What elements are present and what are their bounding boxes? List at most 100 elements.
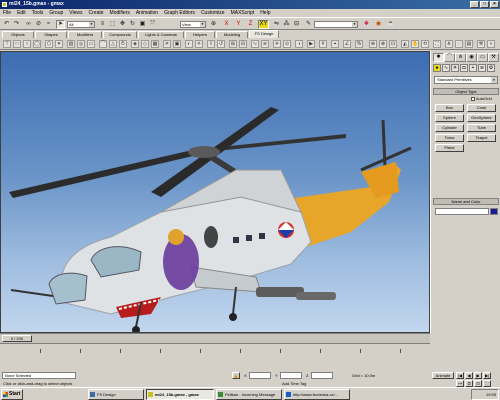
- detach-icon[interactable]: ⊟: [239, 40, 247, 48]
- named-selection-sets-dropdown[interactable]: ▼: [314, 21, 358, 28]
- play-icon[interactable]: ▶: [474, 372, 482, 379]
- menu-views[interactable]: Views: [69, 10, 82, 16]
- fs-animation-icon[interactable]: ▶: [307, 40, 315, 48]
- animate-button[interactable]: Animate: [432, 372, 454, 379]
- edit-poly-icon[interactable]: ◇: [141, 40, 149, 48]
- named-selection-icon[interactable]: ✎: [304, 20, 313, 29]
- pivot-center-icon[interactable]: ⊕: [209, 20, 218, 29]
- redo-icon[interactable]: ↷: [12, 20, 21, 29]
- next-frame-icon[interactable]: ▶|: [483, 372, 491, 379]
- menu-animation[interactable]: Animation: [136, 10, 158, 16]
- space-warps-icon[interactable]: ≋: [478, 64, 486, 72]
- systems-icon[interactable]: ⚙: [487, 64, 495, 72]
- object-category-dropdown[interactable]: Standard Primitives ▼: [434, 76, 498, 84]
- box-icon[interactable]: □: [13, 40, 21, 48]
- utilities-tab-icon[interactable]: ⚒: [488, 53, 499, 62]
- prev-frame-icon[interactable]: ◀: [465, 372, 473, 379]
- circle-icon[interactable]: ○: [23, 40, 31, 48]
- taskbar-item-pelikan[interactable]: Pelikan - Incoming Message: [216, 389, 282, 400]
- camera-icon[interactable]: ▣: [173, 40, 181, 48]
- render-scene-icon[interactable]: ◉: [374, 20, 383, 29]
- time-slider[interactable]: 0 / 200: [0, 333, 430, 343]
- tab-modeling[interactable]: Modeling: [216, 31, 248, 38]
- taskbar-item-gmax[interactable]: mi24_15b.gmax - gmax: [146, 389, 214, 400]
- axis-xy-icon[interactable]: XY: [258, 20, 269, 29]
- twist-modifier-icon[interactable]: ⥁: [119, 40, 127, 48]
- bind-space-warp-icon[interactable]: ≈: [44, 20, 53, 29]
- angle-snap-icon[interactable]: ∠: [343, 40, 351, 48]
- zoom-extents-all-icon[interactable]: ⊡: [474, 380, 482, 387]
- geometry-icon[interactable]: ●: [433, 64, 441, 72]
- autogrid-checkbox[interactable]: AutoGrid: [471, 96, 492, 101]
- time-config-icon[interactable]: ⏱: [465, 380, 473, 387]
- geosphere-button[interactable]: GeoSphere: [467, 114, 496, 122]
- uvw-map-icon[interactable]: ▦: [151, 40, 159, 48]
- pan-icon[interactable]: ✋: [411, 40, 419, 48]
- minimize-button[interactable]: _: [470, 1, 479, 8]
- name-and-color-rollout[interactable]: Name and Color: [433, 198, 499, 205]
- cylinder-icon[interactable]: ▥: [67, 40, 75, 48]
- tube-button[interactable]: Tube: [467, 124, 496, 132]
- undo-icon[interactable]: ↶: [2, 20, 11, 29]
- goto-start-icon[interactable]: |◀: [456, 372, 464, 379]
- smooth-icon[interactable]: ∿: [251, 40, 259, 48]
- quick-render-icon[interactable]: ☕: [386, 20, 395, 29]
- lights-icon[interactable]: ☀: [451, 64, 459, 72]
- select-rotate-icon[interactable]: ↻: [128, 20, 137, 29]
- axis-x-icon[interactable]: X: [222, 20, 231, 29]
- bend-modifier-icon[interactable]: ⌒: [99, 40, 107, 48]
- attach-icon[interactable]: ⊞: [229, 40, 237, 48]
- select-by-name-icon[interactable]: ≡: [98, 20, 107, 29]
- taskbar-item-browser[interactable]: http://www.fscheska.cz/...: [284, 389, 350, 400]
- star-icon[interactable]: ✦: [55, 40, 63, 48]
- menu-file[interactable]: File: [3, 10, 11, 16]
- shapes-icon[interactable]: ∿: [442, 64, 450, 72]
- menu-maxscript[interactable]: MAXScript: [231, 10, 255, 16]
- helper-icon[interactable]: ⊤: [3, 40, 11, 48]
- key-mode-icon[interactable]: ⊶: [456, 380, 464, 387]
- tab-compounds[interactable]: Compounds: [103, 31, 137, 38]
- tab-modifiers[interactable]: Modifiers: [68, 31, 102, 38]
- tube-icon[interactable]: ◎: [77, 40, 85, 48]
- motion-icon[interactable]: ◌: [455, 40, 463, 48]
- display-tab-icon[interactable]: ▭: [477, 53, 488, 62]
- zoom-icon[interactable]: ⊕: [369, 40, 377, 48]
- fov-icon[interactable]: ◭: [401, 40, 409, 48]
- helpers-icon[interactable]: +: [469, 64, 477, 72]
- min-max-toggle-icon[interactable]: ⛶: [483, 380, 491, 387]
- align-icon[interactable]: ⊟: [292, 20, 301, 29]
- edit-mesh-icon[interactable]: ◈: [131, 40, 139, 48]
- x-coordinate-field[interactable]: [249, 372, 271, 379]
- toolbar-more-icon[interactable]: »: [487, 40, 495, 48]
- menu-help[interactable]: Help: [260, 10, 270, 16]
- sphere-icon[interactable]: ◯: [33, 40, 41, 48]
- extrude-icon[interactable]: ⇧: [207, 40, 215, 48]
- fs-export-icon[interactable]: ✈: [273, 40, 281, 48]
- maximize-button[interactable]: □: [480, 1, 489, 8]
- arc-rotate-icon[interactable]: ⟲: [421, 40, 429, 48]
- maximize-viewport-icon[interactable]: ⛶: [433, 40, 441, 48]
- array-icon[interactable]: ⁂: [282, 20, 291, 29]
- axis-z-icon[interactable]: Z: [246, 20, 255, 29]
- boolean-icon[interactable]: ◐: [185, 40, 193, 48]
- menu-tools[interactable]: Tools: [32, 10, 44, 16]
- tab-lights-cameras[interactable]: Lights & Cameras: [138, 31, 184, 38]
- percent-snap-icon[interactable]: %: [355, 40, 363, 48]
- utilities-icon[interactable]: ⚒: [477, 40, 485, 48]
- object-name-field[interactable]: [435, 208, 489, 215]
- mirror-icon[interactable]: ⇋: [272, 20, 281, 29]
- object-color-swatch[interactable]: [490, 208, 498, 215]
- hierarchy-icon[interactable]: ⋔: [445, 40, 453, 48]
- select-object-icon[interactable]: ➤: [56, 20, 65, 29]
- tab-shapes[interactable]: Shapes: [35, 31, 67, 38]
- teapot-button[interactable]: Teapot: [467, 134, 496, 142]
- tab-helpers[interactable]: Helpers: [185, 31, 215, 38]
- cylinder-button[interactable]: Cylinder: [435, 124, 464, 132]
- start-button[interactable]: Start: [1, 389, 23, 400]
- plane-button[interactable]: Plane: [435, 144, 464, 152]
- select-scale-icon[interactable]: ▣: [138, 20, 147, 29]
- ngon-icon[interactable]: ⬡: [45, 40, 53, 48]
- selection-filter-dropdown[interactable]: All ▼: [67, 21, 95, 28]
- close-button[interactable]: ×: [490, 1, 499, 8]
- y-coordinate-field[interactable]: [280, 372, 302, 379]
